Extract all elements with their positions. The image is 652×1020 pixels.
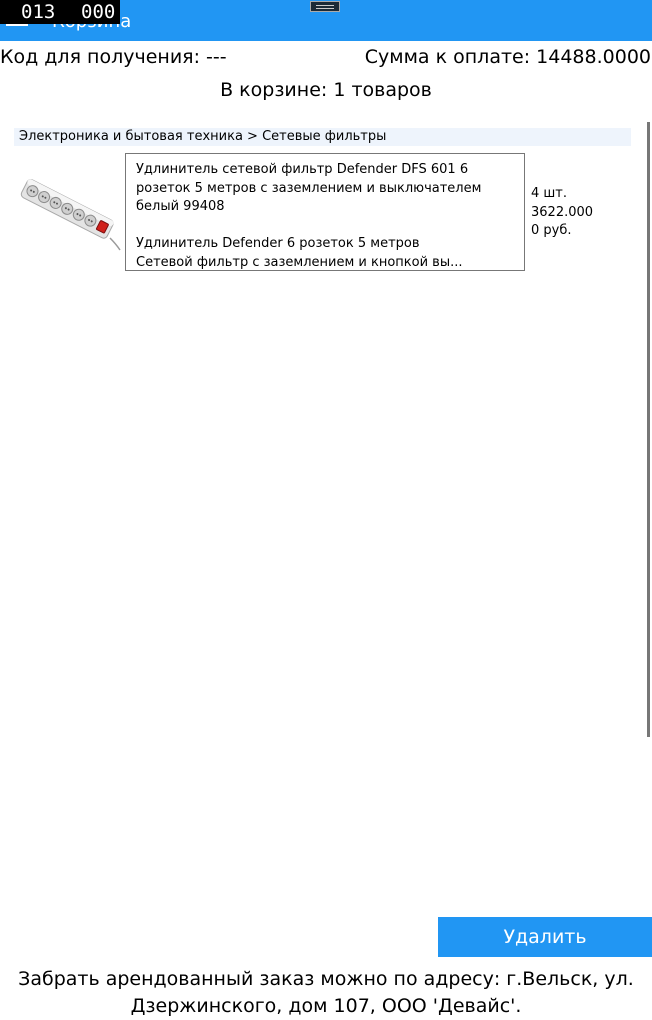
item-currency: 0 руб. [531, 223, 572, 238]
item-quantity: 4 шт. [531, 186, 568, 201]
item-description: Сетевой фильтр с заземлением и кнопкой в… [136, 254, 463, 270]
drag-handle-icon[interactable] [310, 1, 340, 12]
total-sum-label: Сумма к оплате: 14488.0000 [364, 46, 651, 68]
item-price: 3622.000 [531, 204, 594, 220]
delete-button[interactable]: Удалить [438, 917, 652, 957]
category-breadcrumb: Электроника и бытовая техника > Сетевые … [14, 128, 631, 146]
item-title: Удлинитель сетевой фильтр Defender DFS 6… [136, 162, 482, 214]
counter-left: 013 [21, 1, 56, 23]
power-strip-image [20, 179, 121, 251]
item-description-box: Удлинитель сетевой фильтр Defender DFS 6… [125, 153, 525, 271]
list-scrollbar[interactable] [647, 122, 650, 737]
cart-count-label: В корзине: 1 товаров [220, 79, 432, 101]
item-price-column: 4 шт. 3622.000 0 руб. [531, 185, 593, 241]
pickup-address-text: Забрать арендованный заказ можно по адре… [18, 968, 634, 1017]
pickup-code-label: Код для получения: --- [0, 46, 227, 68]
fps-counter: 013 000 [0, 0, 120, 24]
item-subtitle: Удлинитель Defender 6 розеток 5 метров [136, 236, 420, 251]
counter-right: 000 [81, 1, 116, 23]
